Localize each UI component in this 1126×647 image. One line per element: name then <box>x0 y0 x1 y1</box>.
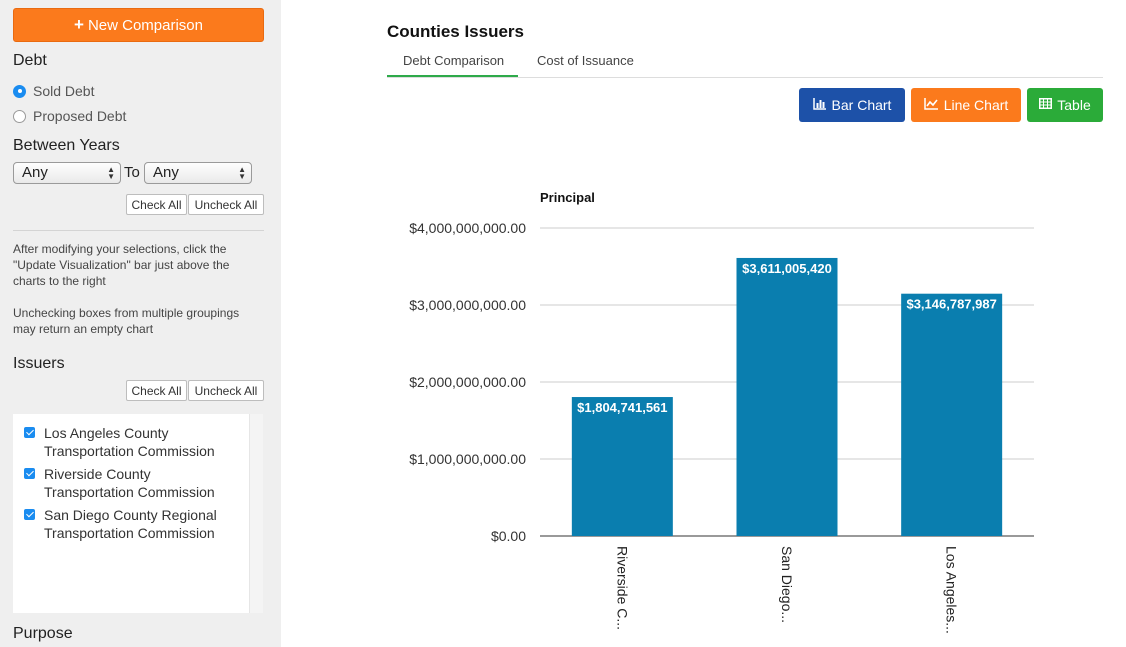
plus-icon: + <box>74 15 84 34</box>
table-icon <box>1039 98 1053 112</box>
radio-proposed-debt-label: Proposed Debt <box>33 108 127 124</box>
checkbox-checked-icon[interactable] <box>24 427 35 438</box>
update-note: After modifying your selections, click t… <box>13 242 230 288</box>
radio-proposed-debt[interactable]: Proposed Debt <box>13 108 126 124</box>
table-button[interactable]: Table <box>1027 88 1103 122</box>
data-label: $3,146,787,987 <box>906 297 996 312</box>
tab-debt-comparison[interactable]: Debt Comparison <box>403 53 504 68</box>
sidebar: + New Comparison Debt Sold Debt Proposed… <box>0 0 281 647</box>
bar-chart-icon <box>812 97 827 113</box>
select-arrows-icon: ▲ ▼ <box>238 165 246 181</box>
year-from-value: Any <box>22 164 48 181</box>
x-tick-label: Riverside C... <box>614 546 630 630</box>
year-from-select[interactable]: Any ▲ ▼ <box>13 162 121 184</box>
table-label: Table <box>1057 97 1091 113</box>
issuer-item[interactable]: Riverside County Transportation Commissi… <box>24 465 224 501</box>
year-to-value: Any <box>153 164 179 181</box>
years-section-title: Between Years <box>13 137 120 154</box>
tabs-divider <box>387 77 1103 78</box>
bar-chart-label: Bar Chart <box>831 97 892 113</box>
y-tick-label: $0.00 <box>491 528 526 544</box>
year-to-select[interactable]: Any ▲ ▼ <box>144 162 252 184</box>
issuer-label: San Diego County Regional Transportation… <box>44 507 217 541</box>
y-tick-label: $2,000,000,000.00 <box>409 374 526 390</box>
radio-checked-icon[interactable] <box>13 84 26 98</box>
active-tab-indicator <box>387 75 518 77</box>
checkbox-checked-icon[interactable] <box>24 468 35 479</box>
data-label: $3,611,005,420 <box>742 261 832 276</box>
issuers-scrollbar[interactable] <box>249 414 263 613</box>
checkbox-checked-icon[interactable] <box>24 509 35 520</box>
bar <box>901 293 1003 536</box>
issuer-label: Los Angeles County Transportation Commis… <box>44 425 215 459</box>
y-tick-label: $3,000,000,000.00 <box>409 297 526 313</box>
issuer-item[interactable]: Los Angeles County Transportation Commis… <box>24 424 224 460</box>
radio-sold-debt[interactable]: Sold Debt <box>13 83 94 99</box>
debt-section-title: Debt <box>13 52 47 69</box>
principal-bar-chart: $0.00 $1,000,000,000.00 $2,000,000,000.00 $… <box>409 220 1034 634</box>
line-chart-icon <box>923 97 939 113</box>
issuers-check-all-button[interactable]: Check All <box>126 380 187 401</box>
issuers-list: Los Angeles County Transportation Commis… <box>13 414 249 613</box>
x-tick-label: San Diego... <box>779 546 795 623</box>
issuer-item[interactable]: San Diego County Regional Transportation… <box>24 506 224 542</box>
new-comparison-label: New Comparison <box>87 16 203 34</box>
x-tick-label: Los Angeles... <box>944 546 960 634</box>
bar <box>571 397 673 536</box>
new-comparison-button[interactable]: + New Comparison <box>13 8 264 42</box>
select-arrows-icon: ▲ ▼ <box>107 165 115 181</box>
empty-chart-note: Unchecking boxes from multiple groupings… <box>13 306 240 336</box>
line-chart-button[interactable]: Line Chart <box>911 88 1021 122</box>
radio-unchecked-icon[interactable] <box>13 109 26 123</box>
bar-chart-button[interactable]: Bar Chart <box>799 88 905 122</box>
tab-cost-of-issuance[interactable]: Cost of Issuance <box>537 53 634 68</box>
years-check-all-button[interactable]: Check All <box>126 194 187 215</box>
purpose-section-title: Purpose <box>13 625 73 642</box>
page-title: Counties Issuers <box>387 22 524 41</box>
radio-sold-debt-label: Sold Debt <box>33 83 95 99</box>
issuers-section-title: Issuers <box>13 355 65 372</box>
line-chart-label: Line Chart <box>943 97 1009 113</box>
divider <box>13 230 264 231</box>
issuer-label: Riverside County Transportation Commissi… <box>44 466 215 500</box>
data-label: $1,804,741,561 <box>577 400 667 415</box>
years-uncheck-all-button[interactable]: Uncheck All <box>188 194 264 215</box>
bar <box>736 257 838 536</box>
y-tick-label: $1,000,000,000.00 <box>409 451 526 467</box>
y-tick-label: $4,000,000,000.00 <box>409 220 526 236</box>
issuers-uncheck-all-button[interactable]: Uncheck All <box>188 380 264 401</box>
to-label: To <box>124 164 140 181</box>
